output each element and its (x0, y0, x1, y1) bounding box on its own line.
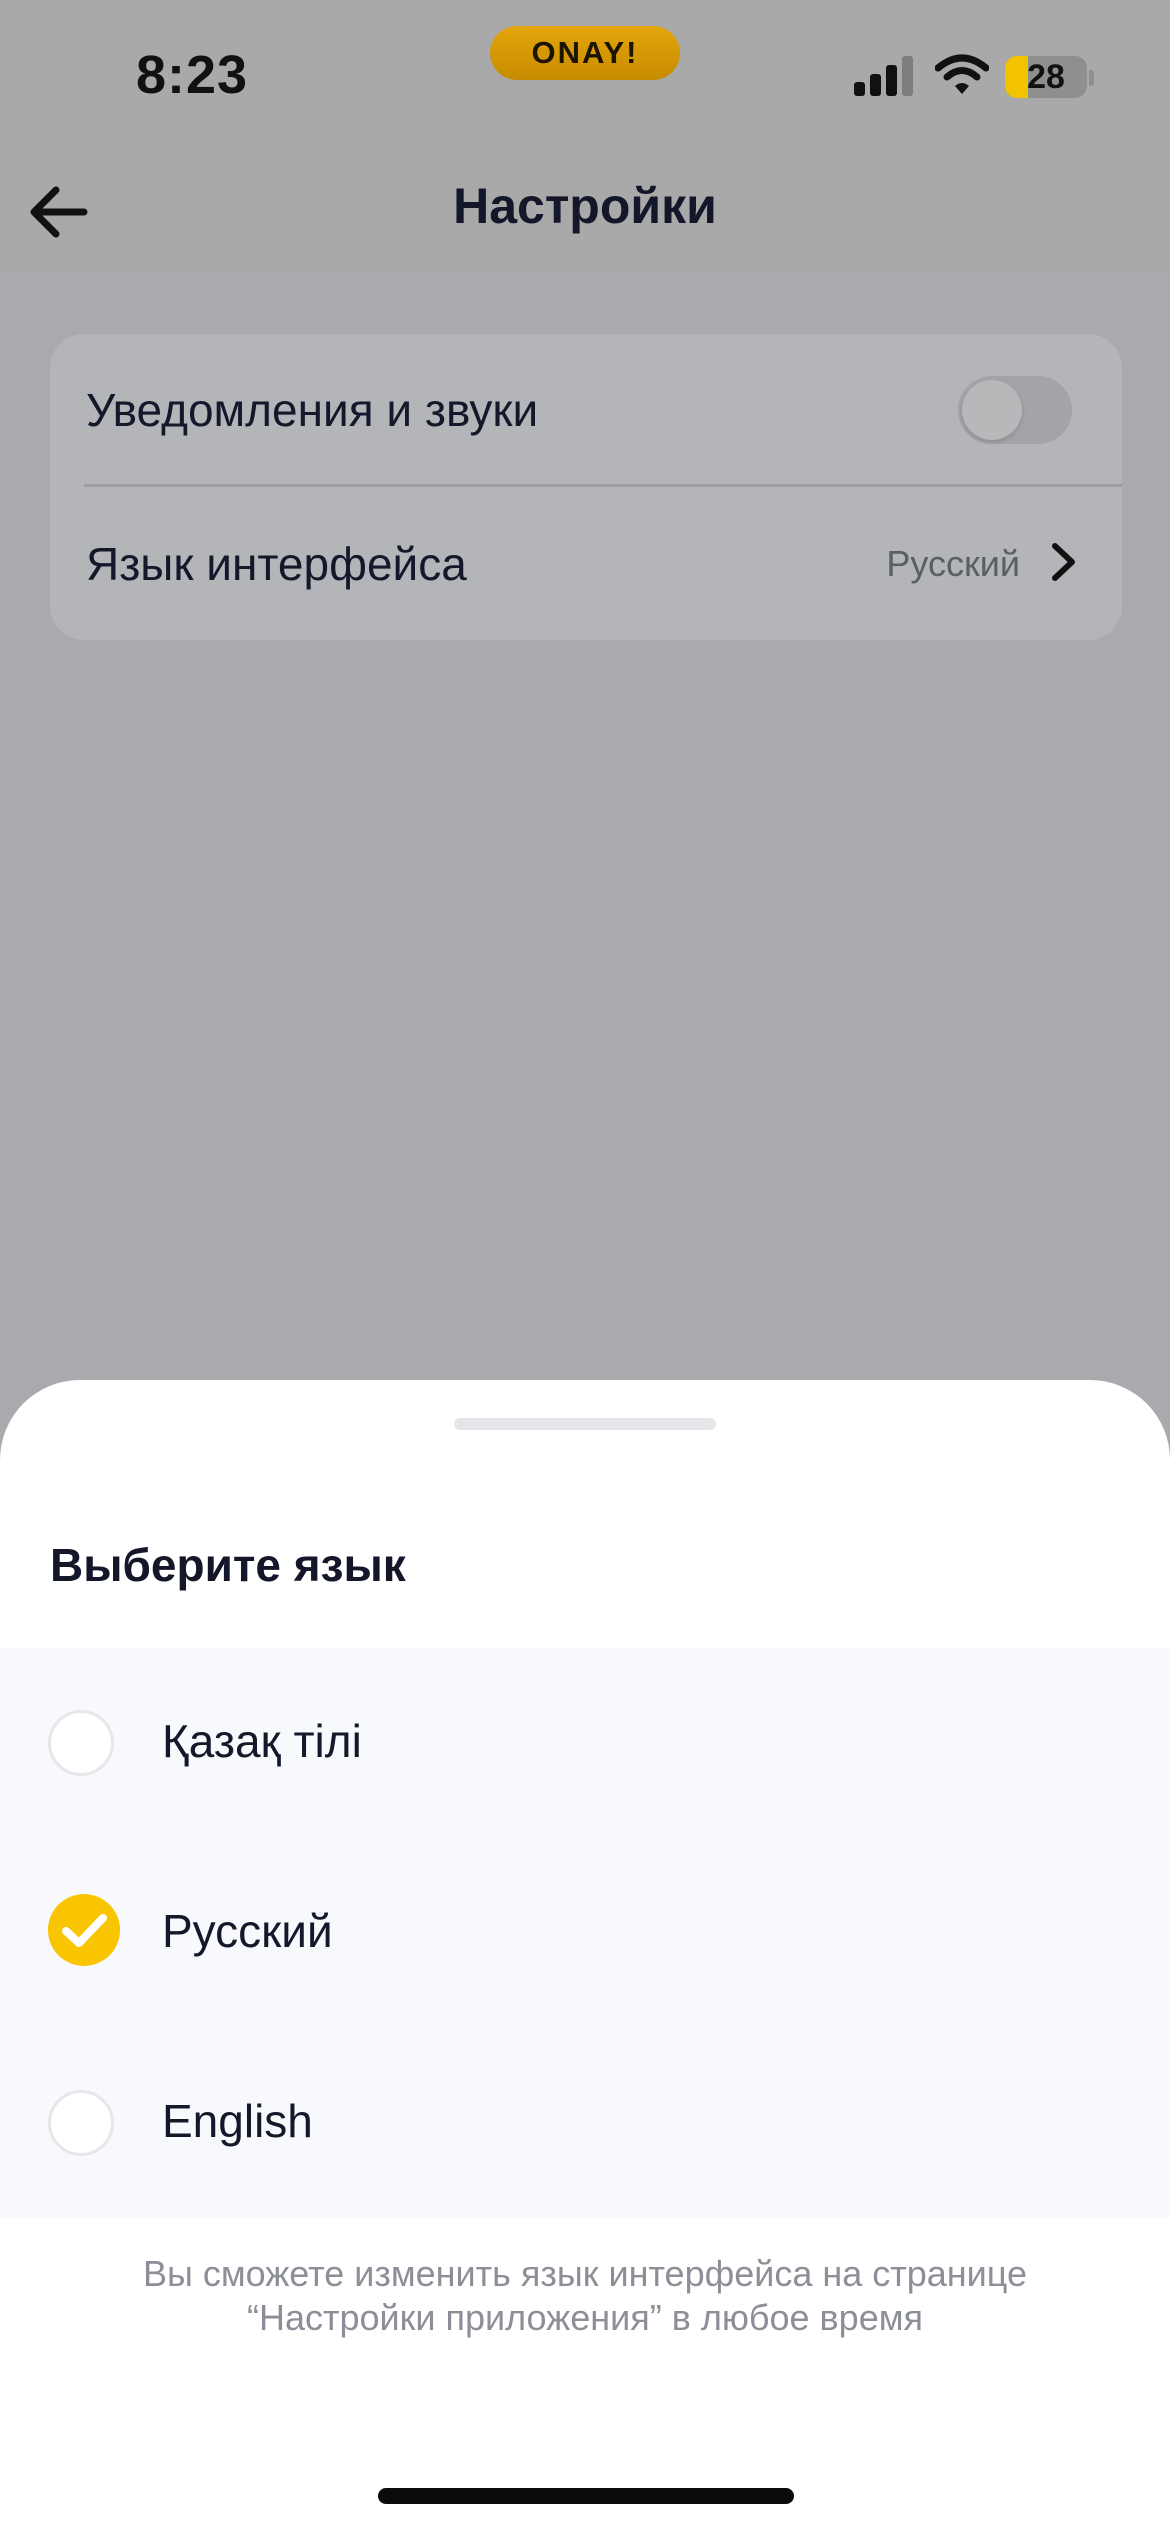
language-option-kazakh[interactable]: Қазақ тілі (0, 1648, 1170, 1838)
notifications-row[interactable]: Уведомления и звуки (50, 334, 1122, 487)
home-indicator (378, 2488, 794, 2504)
option-label: English (162, 2095, 313, 2147)
sheet-footnote: Вы сможете изменить язык интерфейса на с… (142, 2253, 1028, 2338)
toggle-knob (962, 380, 1022, 440)
notifications-label: Уведомления и звуки (86, 384, 539, 436)
row-divider (84, 484, 1122, 487)
notifications-toggle[interactable] (958, 376, 1072, 444)
back-button[interactable] (20, 172, 100, 252)
option-label: Русский (162, 1905, 333, 1957)
status-bar: 8:23 ONAY! 28 (0, 0, 1170, 150)
language-option-russian[interactable]: Русский (0, 1838, 1170, 2028)
language-value: Русский (886, 543, 1020, 584)
radio-checked-icon (48, 1894, 120, 1966)
radio-unchecked-icon (48, 1710, 114, 1776)
language-bottom-sheet: Выберите язык Қазақ тілі Русский English… (0, 1380, 1170, 2532)
signal-icon (854, 56, 914, 96)
arrow-left-icon (30, 186, 88, 238)
language-option-list: Қазақ тілі Русский English (0, 1648, 1170, 2218)
battery-cap (1089, 70, 1094, 86)
battery-icon: 28 (1005, 56, 1087, 98)
chevron-right-icon (1052, 543, 1075, 581)
option-label: Қазақ тілі (162, 1715, 362, 1767)
dynamic-island-badge: ONAY! (490, 26, 680, 80)
wifi-icon (935, 54, 989, 94)
page-title: Настройки (453, 178, 717, 234)
settings-card: Уведомления и звуки Язык интерфейса Русс… (50, 334, 1122, 640)
nav-bar: Настройки (0, 150, 1170, 272)
sheet-title: Выберите язык (50, 1539, 406, 1591)
battery-percent: 28 (1027, 58, 1065, 96)
sheet-drag-handle[interactable] (454, 1418, 716, 1430)
status-time: 8:23 (136, 45, 249, 105)
language-option-english[interactable]: English (0, 2028, 1170, 2218)
language-label: Язык интерфейса (86, 538, 467, 590)
checkmark-icon (62, 1914, 107, 1947)
language-row[interactable]: Язык интерфейса Русский (50, 488, 1122, 640)
radio-unchecked-icon (48, 2090, 114, 2156)
